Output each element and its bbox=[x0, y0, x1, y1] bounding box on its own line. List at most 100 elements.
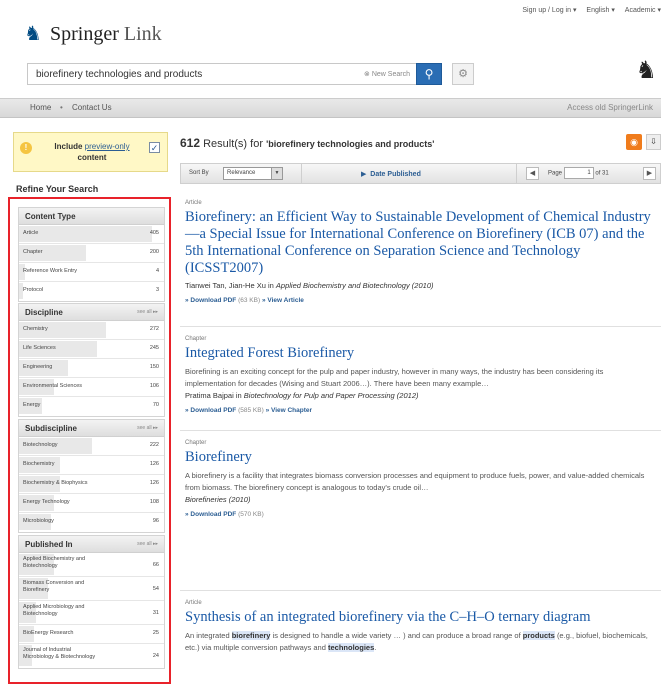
facet-header: Published In see all ▸▸ bbox=[19, 536, 164, 553]
pagination: Page 1 of 31 bbox=[548, 167, 609, 179]
facet-item[interactable]: Journal of Industrial Microbiology & Bio… bbox=[19, 644, 164, 668]
result-item: Chapter Biorefinery A biorefinery is a f… bbox=[185, 440, 655, 518]
facet-item[interactable]: Protocol 3 bbox=[19, 282, 164, 301]
facet-item[interactable]: Biochemistry 126 bbox=[19, 456, 164, 475]
facet-item[interactable]: Biotechnology 222 bbox=[19, 437, 164, 456]
search-input[interactable]: biorefinery technologies and products bbox=[36, 69, 202, 80]
preview-only-checkbox[interactable]: ✓ bbox=[149, 142, 160, 153]
page-number-input[interactable]: 1 bbox=[563, 167, 594, 179]
facet-header: Discipline see all ▸▸ bbox=[19, 304, 164, 321]
nav-contact-link[interactable]: Contact Us bbox=[72, 103, 112, 112]
next-page-button[interactable]: ▶ bbox=[643, 167, 656, 180]
new-search-link[interactable]: ⊗ New Search bbox=[364, 70, 410, 78]
preview-only-label: Include preview-only content bbox=[54, 142, 130, 162]
facet-item[interactable]: Applied Biochemistry and Biotechnology 66 bbox=[19, 553, 164, 577]
sort-by-label: Sort By bbox=[189, 170, 209, 176]
result-item: Chapter Integrated Forest Biorefinery Bi… bbox=[185, 336, 655, 414]
result-snippet: A biorefinery is a facility that integra… bbox=[185, 471, 645, 492]
springer-horse-icon-large: ♞ bbox=[635, 57, 657, 84]
facet-published-in: Published In see all ▸▸ Applied Biochemi… bbox=[18, 535, 165, 669]
facet-item[interactable]: Microbiology 96 bbox=[19, 513, 164, 532]
result-snippet: Biorefining is an exciting concept for t… bbox=[185, 367, 604, 388]
springer-horse-icon: ♞ bbox=[24, 23, 42, 45]
result-type: Article bbox=[185, 600, 202, 606]
see-all-link[interactable]: see all ▸▸ bbox=[137, 425, 158, 431]
download-pdf-link[interactable]: » Download PDF bbox=[185, 407, 236, 414]
sort-select[interactable]: ▼ Relevance bbox=[223, 167, 283, 180]
facet-subdiscipline: Subdiscipline see all ▸▸ Biotechnology 22… bbox=[18, 419, 165, 533]
refine-search-heading: Refine Your Search bbox=[16, 184, 99, 194]
facet-item[interactable]: Energy 70 bbox=[19, 397, 164, 416]
result-title-link[interactable]: Integrated Forest Biorefinery bbox=[185, 345, 655, 362]
facet-item[interactable]: Biomass Conversion and Biorefinery 54 bbox=[19, 577, 164, 601]
result-source: Biorefineries (2010) bbox=[185, 495, 251, 504]
top-utility-bar: Sign up / Log in ▾ English ▾ Academic ▾ bbox=[514, 6, 661, 14]
rss-icon[interactable]: ◉ bbox=[626, 134, 642, 150]
result-title-link[interactable]: Biorefinery bbox=[185, 449, 655, 466]
result-authors: Tianwei Tan, Jian-He Xu in Applied Bioch… bbox=[185, 281, 434, 290]
facet-panel: Content Type Article 405 Chapter 200 Refer… bbox=[8, 197, 171, 684]
download-pdf-link[interactable]: » Download PDF bbox=[185, 511, 236, 518]
result-snippet: An integrated biorefinery is designed to… bbox=[185, 631, 648, 652]
search-box[interactable]: biorefinery technologies and products ⊗ … bbox=[27, 63, 417, 85]
search-button[interactable]: ⚲ bbox=[416, 63, 442, 85]
see-all-link[interactable]: see all ▸▸ bbox=[137, 541, 158, 547]
facet-item[interactable]: Biochemistry & Biophysics 126 bbox=[19, 475, 164, 494]
facet-item[interactable]: Article 405 bbox=[19, 225, 164, 244]
language-menu[interactable]: English ▾ bbox=[586, 7, 614, 14]
result-links: » Download PDF (63 KB) » View Article bbox=[185, 297, 304, 304]
result-title-link[interactable]: Biorefinery: an Efficient Way to Sustain… bbox=[185, 209, 655, 277]
view-article-link[interactable]: » View Article bbox=[262, 297, 304, 304]
warning-icon: ! bbox=[20, 142, 32, 154]
page: Sign up / Log in ▾ English ▾ Academic ▾ … bbox=[0, 0, 661, 686]
facet-content-type: Content Type Article 405 Chapter 200 Refer… bbox=[18, 207, 165, 302]
result-type: Chapter bbox=[185, 336, 207, 342]
facet-header: Subdiscipline see all ▸▸ bbox=[19, 420, 164, 437]
facet-item[interactable]: Reference Work Entry 4 bbox=[19, 263, 164, 282]
facet-title: Content Type bbox=[25, 212, 76, 221]
preview-only-panel: ! Include preview-only content ✓ bbox=[13, 132, 168, 172]
facet-title: Subdiscipline bbox=[25, 424, 78, 433]
preview-only-link[interactable]: preview-only bbox=[85, 142, 130, 151]
nav-separator: • bbox=[60, 103, 63, 112]
prev-page-button[interactable]: ◀ bbox=[526, 167, 539, 180]
facet-item[interactable]: Life Sciences 245 bbox=[19, 340, 164, 359]
facet-title: Published In bbox=[25, 540, 73, 549]
result-links: » Download PDF (585 KB) » View Chapter bbox=[185, 407, 313, 414]
facet-item[interactable]: Chapter 200 bbox=[19, 244, 164, 263]
sort-bar: Sort By ▼ Relevance ▶ Date Published ◀ Pa… bbox=[180, 163, 661, 184]
facet-item[interactable]: Applied Microbiology and Biotechnology 31 bbox=[19, 601, 164, 625]
result-authors: Pratima Bajpai in Biotechnology for Pulp… bbox=[185, 391, 419, 400]
result-type: Article bbox=[185, 200, 202, 206]
search-settings-button[interactable]: ⚙ bbox=[452, 63, 474, 85]
springerlink-logo[interactable]: ♞ Springer Link bbox=[24, 22, 162, 46]
nav-home-link[interactable]: Home bbox=[30, 103, 51, 112]
result-type: Chapter bbox=[185, 440, 207, 446]
facet-discipline: Discipline see all ▸▸ Chemistry 272 Life … bbox=[18, 303, 165, 417]
see-all-link[interactable]: see all ▸▸ bbox=[137, 309, 158, 315]
facet-item[interactable]: Environmental Sciences 106 bbox=[19, 378, 164, 397]
facet-item[interactable]: Chemistry 272 bbox=[19, 321, 164, 340]
academic-menu[interactable]: Academic ▾ bbox=[625, 7, 661, 14]
result-divider bbox=[180, 590, 661, 591]
brand-name: Springer Link bbox=[50, 22, 162, 45]
date-published-toggle[interactable]: ▶ Date Published bbox=[361, 170, 421, 178]
facet-header: Content Type bbox=[19, 208, 164, 225]
results-count: 612 Result(s) for 'biorefinery technolog… bbox=[180, 136, 435, 150]
result-title-link[interactable]: Synthesis of an integrated biorefinery v… bbox=[185, 609, 655, 626]
old-springerlink-link[interactable]: Access old SpringerLink bbox=[567, 103, 653, 112]
facet-item[interactable]: Engineering 150 bbox=[19, 359, 164, 378]
result-item: Article Biorefinery: an Efficient Way to… bbox=[185, 200, 655, 304]
result-divider bbox=[180, 430, 661, 431]
chevron-down-icon: ▼ bbox=[271, 168, 282, 179]
nav-bar: Home • Contact Us Access old SpringerLin… bbox=[0, 98, 661, 118]
facet-title: Discipline bbox=[25, 308, 63, 317]
facet-item[interactable]: Energy Technology 108 bbox=[19, 494, 164, 513]
download-results-button[interactable]: ⇩ bbox=[646, 134, 661, 150]
facet-item[interactable]: BioEnergy Research 25 bbox=[19, 625, 164, 644]
view-chapter-link[interactable]: » View Chapter bbox=[266, 407, 312, 414]
gear-icon: ⚙ bbox=[458, 68, 468, 80]
download-pdf-link[interactable]: » Download PDF bbox=[185, 297, 236, 304]
result-links: » Download PDF (570 KB) bbox=[185, 511, 264, 518]
signup-login-link[interactable]: Sign up / Log in ▾ bbox=[522, 7, 576, 14]
